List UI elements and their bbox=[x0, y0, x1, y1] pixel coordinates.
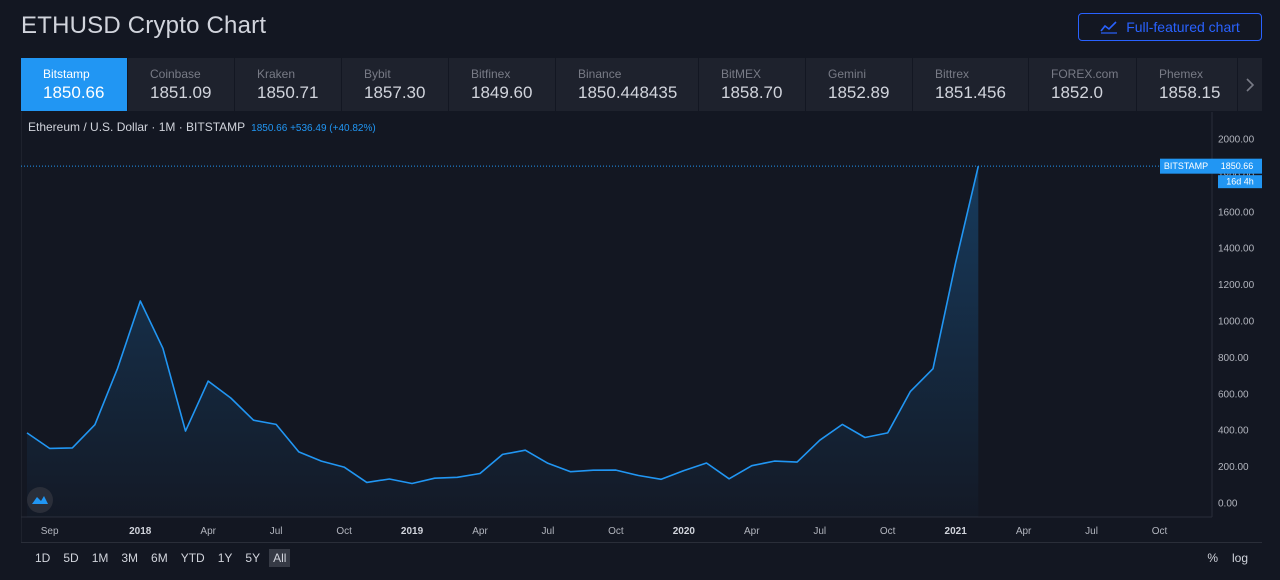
exchange-name: Bitfinex bbox=[471, 67, 511, 81]
exchange-price: 1851.456 bbox=[935, 83, 1006, 102]
exchange-price: 1850.448435 bbox=[578, 83, 678, 102]
exchange-tab-binance[interactable]: Binance 1850.448435 bbox=[556, 58, 699, 111]
percent-scale-toggle[interactable]: % bbox=[1207, 551, 1218, 565]
range-5d[interactable]: 5D bbox=[59, 549, 82, 567]
exchange-tab-gemini[interactable]: Gemini 1852.89 bbox=[806, 58, 913, 111]
chart-panel[interactable] bbox=[21, 112, 1262, 542]
exchange-name: Gemini bbox=[828, 67, 867, 81]
exchange-tab-bitstamp[interactable]: Bitstamp 1850.66 bbox=[21, 58, 128, 111]
range-5y[interactable]: 5Y bbox=[241, 549, 264, 567]
exchange-name: Phemex bbox=[1159, 67, 1204, 81]
range-ytd[interactable]: YTD bbox=[177, 549, 209, 567]
exchange-tab-bittrex[interactable]: Bittrex 1851.456 bbox=[913, 58, 1029, 111]
logo-mark bbox=[32, 496, 48, 504]
exchange-price: 1857.30 bbox=[364, 83, 426, 102]
exchange-name: Bittrex bbox=[935, 67, 970, 81]
exchange-price: 1858.70 bbox=[721, 83, 783, 102]
exchange-name: FOREX.com bbox=[1051, 67, 1119, 81]
exchange-price: 1851.09 bbox=[150, 83, 212, 102]
exchange-name: Coinbase bbox=[150, 67, 201, 81]
exchange-name: Bitstamp bbox=[43, 67, 90, 81]
exchange-price: 1850.66 bbox=[43, 83, 105, 102]
scale-options: % log bbox=[1207, 551, 1248, 565]
full-featured-chart-label: Full-featured chart bbox=[1126, 19, 1240, 35]
exchange-tabs: Bitstamp 1850.66 Coinbase 1851.09 Kraken… bbox=[21, 58, 1262, 111]
range-1m[interactable]: 1M bbox=[88, 549, 113, 567]
page-title: ETHUSD Crypto Chart bbox=[21, 12, 267, 39]
range-6m[interactable]: 6M bbox=[147, 549, 172, 567]
exchange-tab-bybit[interactable]: Bybit 1857.30 bbox=[342, 58, 449, 111]
exchange-name: Kraken bbox=[257, 67, 296, 81]
range-1y[interactable]: 1Y bbox=[214, 549, 237, 567]
bottom-toolbar: 1D 5D 1M 3M 6M YTD 1Y 5Y All % log bbox=[21, 542, 1262, 572]
exchange-price: 1858.15 bbox=[1159, 83, 1221, 102]
range-3m[interactable]: 3M bbox=[117, 549, 142, 567]
exchange-name: BitMEX bbox=[721, 67, 762, 81]
legend-symbol: Ethereum / U.S. Dollar · 1M · BITSTAMP bbox=[28, 120, 246, 134]
exchange-tab-bitfinex[interactable]: Bitfinex 1849.60 bbox=[449, 58, 556, 111]
range-selector: 1D 5D 1M 3M 6M YTD 1Y 5Y All bbox=[21, 548, 295, 567]
tradingview-logo-icon[interactable] bbox=[27, 487, 53, 513]
exchange-price: 1850.71 bbox=[257, 83, 319, 102]
chart-legend: Ethereum / U.S. Dollar · 1M · BITSTAMP 1… bbox=[28, 120, 376, 134]
legend-values: 1850.66 +536.49 (+40.82%) bbox=[251, 123, 376, 134]
exchange-price: 1852.89 bbox=[828, 83, 890, 102]
exchange-price: 1852.0 bbox=[1051, 83, 1103, 102]
exchange-name: Bybit bbox=[364, 67, 391, 81]
exchange-tab-bitmex[interactable]: BitMEX 1858.70 bbox=[699, 58, 806, 111]
chevron-right-icon bbox=[1246, 77, 1255, 92]
exchange-tab-coinbase[interactable]: Coinbase 1851.09 bbox=[128, 58, 235, 111]
chart-line-icon bbox=[1100, 21, 1118, 34]
range-1d[interactable]: 1D bbox=[31, 549, 54, 567]
full-featured-chart-button[interactable]: Full-featured chart bbox=[1078, 13, 1262, 41]
exchange-tab-kraken[interactable]: Kraken 1850.71 bbox=[235, 58, 342, 111]
exchange-price: 1849.60 bbox=[471, 83, 533, 102]
log-scale-toggle[interactable]: log bbox=[1232, 551, 1248, 565]
range-all[interactable]: All bbox=[269, 548, 291, 567]
exchange-name: Binance bbox=[578, 67, 622, 81]
exchange-tab-phemex[interactable]: Phemex 1858.15 bbox=[1137, 58, 1238, 111]
exchange-tab-forex[interactable]: FOREX.com 1852.0 bbox=[1029, 58, 1137, 111]
scroll-right-button[interactable] bbox=[1238, 58, 1262, 111]
